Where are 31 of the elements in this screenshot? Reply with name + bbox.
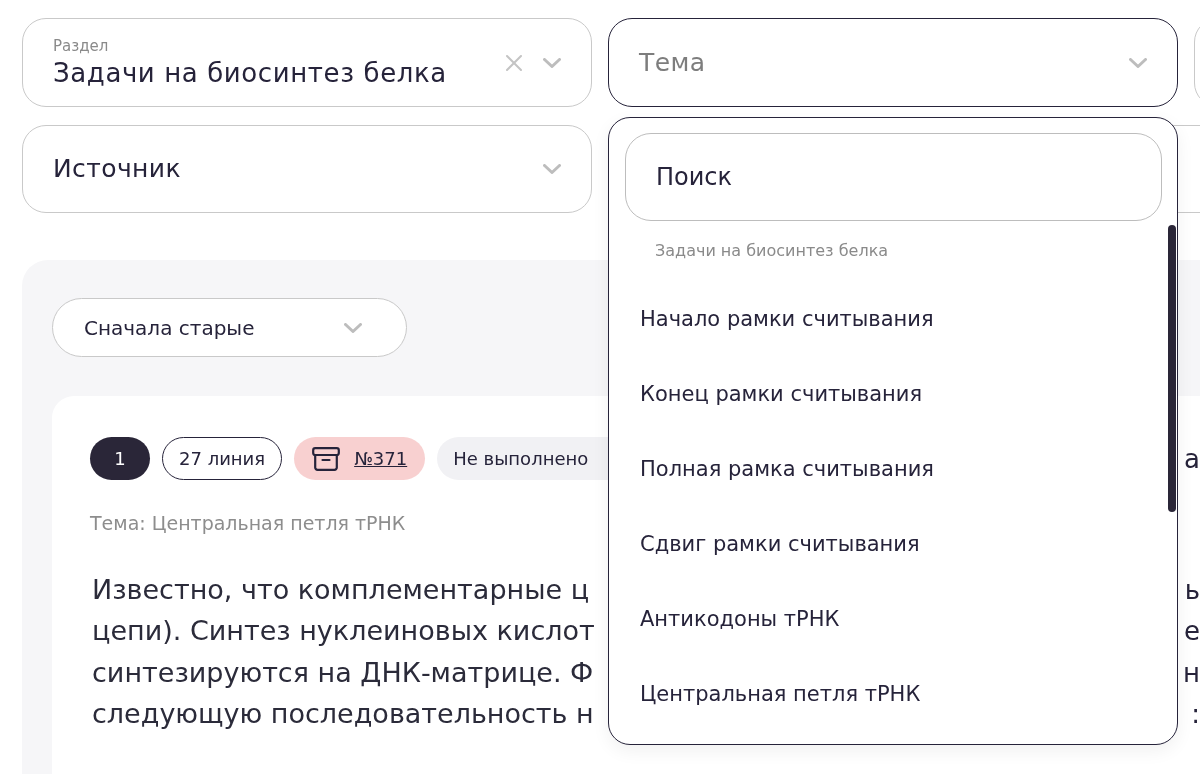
search-field[interactable]: Поиск [625, 133, 1162, 221]
task-source-link[interactable]: №371 [354, 445, 408, 472]
dropdown-option[interactable]: Антикодоны тРНК [625, 582, 1145, 657]
task-text-line: цепи). Синтез нуклеиновых кислот [92, 614, 595, 648]
dropdown-option[interactable]: Конец рамки считывания [625, 357, 1145, 432]
select-field[interactable]: Тема [608, 18, 1178, 107]
line-badge: 27 линия [162, 437, 283, 480]
text-fragment: ь [1184, 574, 1200, 605]
select-field[interactable]: Раздел Задачи на биосинтез белка [22, 18, 592, 107]
text-fragment: : [1191, 699, 1200, 730]
sort-dropdown[interactable]: Сначала старые [52, 298, 407, 357]
close-icon[interactable] [506, 54, 522, 71]
archive-box-icon [312, 446, 341, 471]
select-field[interactable]: Источник [22, 125, 592, 213]
text-fragment: н [1183, 657, 1200, 688]
dropdown-option[interactable]: Центральная петля тРНК [625, 657, 1145, 732]
topic-text: Тема: Центральная петля тРНК [90, 511, 406, 536]
scrollbar-thumb[interactable] [1168, 225, 1176, 512]
chevron-down-icon [344, 322, 362, 333]
dropdown-option[interactable]: Начало рамки считывания [625, 282, 1145, 357]
task-text-line: Известно, что комплементарные ц [92, 572, 590, 607]
task-text-line: синтезируются на ДНК-матрице. Ф [92, 655, 594, 690]
task-text-line: следующую последовательность н [92, 697, 594, 731]
group-label: Задачи на биосинтез белка [655, 240, 889, 262]
dropdown-option[interactable]: Сдвиг рамки считывания [625, 507, 1145, 582]
chevron-down-icon [543, 164, 561, 174]
text-fragment: е [1184, 616, 1200, 647]
text-fragment: а [1184, 443, 1200, 474]
chevron-down-icon [1129, 57, 1147, 68]
task-number-badge: 1 [90, 437, 150, 480]
chevron-down-icon [543, 57, 561, 68]
